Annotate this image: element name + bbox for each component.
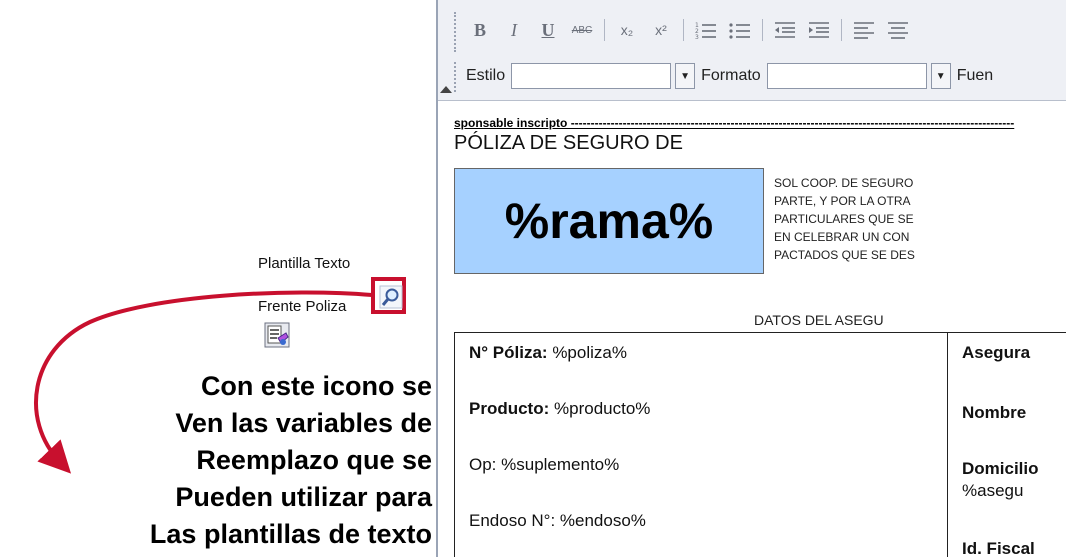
id-fiscal-label: Id. Fiscal [962, 539, 1035, 557]
callout-line: Reemplazo que se [196, 445, 432, 475]
producto-field: Producto: %producto% [469, 399, 651, 418]
estilo-select[interactable] [511, 63, 672, 89]
variables-search-button[interactable] [371, 277, 406, 314]
toolbar-separator [841, 19, 842, 41]
legal-line: PARTICULARES QUE SE [774, 212, 914, 226]
magnifier-icon [379, 285, 403, 309]
legal-line: EN CELEBRAR UN CON [774, 230, 910, 244]
document-body[interactable]: sponsable inscripto --------------------… [454, 116, 1066, 557]
svg-text:3: 3 [695, 34, 699, 40]
callout-line: Con este icono se [200, 371, 432, 401]
insured-fields-column: Asegura Nombre Domicilio %asegu Id. Fisc… [948, 332, 1066, 557]
domicilio-label: Domicilio [962, 459, 1039, 478]
formato-label: Formato [701, 67, 761, 84]
bold-button[interactable]: B [466, 16, 494, 44]
callout-line: Las plantillas de texto [149, 519, 432, 549]
legal-text: SOL COOP. DE SEGURO PARTE, Y POR LA OTRA… [774, 174, 915, 264]
align-left-icon[interactable] [850, 16, 878, 44]
editor-toolbar: B I U ABC x₂ x² 123 Estilo ▼ Formato ▼ F… [438, 0, 1066, 101]
toolbar-separator [683, 19, 684, 41]
collapse-toolbar-icon[interactable] [440, 86, 452, 93]
policy-fields-column: N° Póliza: %poliza% Producto: %producto%… [454, 332, 948, 557]
estilo-dropdown-arrow-icon[interactable]: ▼ [675, 63, 696, 89]
callout-line: Pueden utilizar para [175, 482, 432, 512]
format-buttons-row: B I U ABC x₂ x² 123 [466, 14, 918, 46]
fuente-label: Fuen [956, 67, 994, 84]
outdent-icon[interactable] [771, 16, 799, 44]
callout-line: Ven las variables de [175, 408, 432, 438]
align-center-icon[interactable] [884, 16, 912, 44]
poliza-title: PÓLIZA DE SEGURO DE [454, 132, 683, 154]
rich-text-editor: B I U ABC x₂ x² 123 Estilo ▼ Formato ▼ F… [436, 0, 1066, 557]
legal-line: PARTE, Y POR LA OTRA [774, 194, 911, 208]
legal-line: SOL COOP. DE SEGURO [774, 176, 914, 190]
toolbar-separator [604, 19, 605, 41]
legal-line: PACTADOS QUE SE DES [774, 248, 915, 262]
formato-select[interactable] [766, 63, 927, 89]
callout-text: Con este icono se Ven las variables de R… [40, 368, 432, 553]
indent-icon[interactable] [805, 16, 833, 44]
toolbar-separator [762, 19, 763, 41]
superscript-button[interactable]: x² [647, 16, 675, 44]
numbered-list-icon[interactable]: 123 [692, 16, 720, 44]
formato-dropdown-arrow-icon[interactable]: ▼ [930, 63, 951, 89]
style-selectors-row: Estilo ▼ Formato ▼ Fuen [466, 60, 993, 92]
nombre-label: Nombre [962, 403, 1027, 422]
toolbar-grip[interactable] [454, 62, 460, 92]
underline-button[interactable]: U [534, 16, 562, 44]
poliza-field: N° Póliza: %poliza% [469, 343, 627, 362]
frente-poliza-label: Frente Poliza [258, 298, 347, 315]
endoso-field: Endoso N°: %endoso% [469, 511, 646, 530]
subscript-button[interactable]: x₂ [613, 16, 641, 44]
estilo-label: Estilo [466, 67, 506, 84]
datos-asegurado-header: DATOS DEL ASEGU [754, 312, 884, 328]
asegurado-label: Asegura [962, 343, 1031, 362]
rama-variable-box: %rama% [454, 168, 764, 274]
cutoff-line: sponsable inscripto --------------------… [454, 116, 1015, 130]
policy-data-table: N° Póliza: %poliza% Producto: %producto%… [454, 332, 1066, 557]
asegurado-variable: %asegu [962, 481, 1024, 500]
italic-button[interactable]: I [500, 16, 528, 44]
template-edit-icon[interactable] [264, 322, 290, 348]
bullet-list-icon[interactable] [726, 16, 754, 44]
plantilla-texto-label: Plantilla Texto [258, 255, 351, 272]
toolbar-grip[interactable] [454, 12, 460, 52]
op-field: Op: %suplemento% [469, 455, 620, 474]
strikethrough-button[interactable]: ABC [568, 16, 596, 44]
